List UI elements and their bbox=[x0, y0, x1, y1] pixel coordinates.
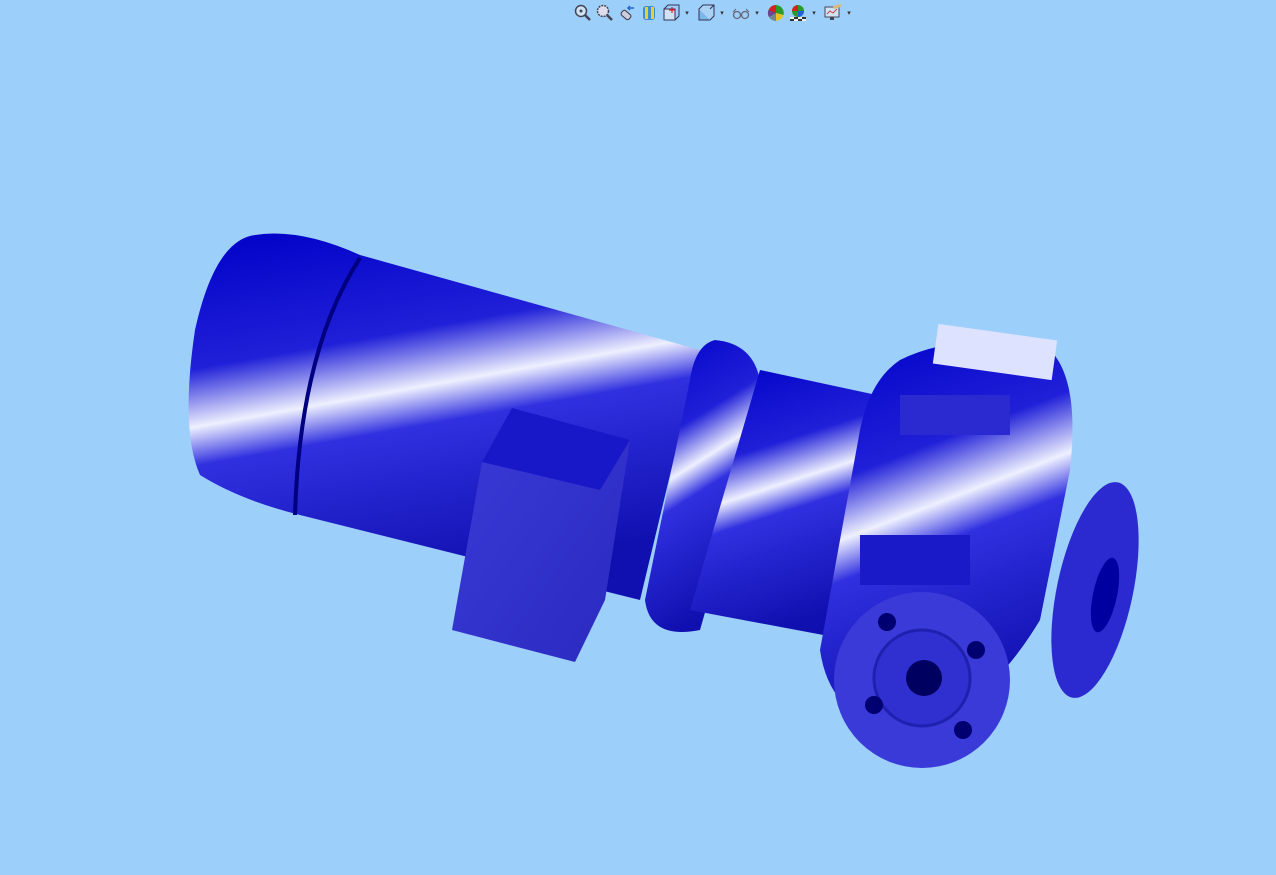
flange-bolt-hole bbox=[954, 721, 972, 739]
view-orientation-dropdown[interactable]: ▾ bbox=[683, 3, 691, 23]
apply-scene-dropdown[interactable]: ▾ bbox=[810, 3, 818, 23]
display-style-dropdown[interactable]: ▾ bbox=[718, 3, 726, 23]
section-view-icon bbox=[643, 6, 655, 20]
pump-assembly-model[interactable] bbox=[188, 233, 1155, 768]
hide-show-items-dropdown[interactable]: ▾ bbox=[753, 3, 761, 23]
display-style-icon bbox=[698, 4, 715, 21]
edit-appearance-button[interactable] bbox=[766, 3, 786, 23]
hide-show-items-button[interactable] bbox=[731, 3, 751, 23]
edit-appearance-icon bbox=[767, 4, 784, 22]
view-settings-button[interactable] bbox=[823, 3, 843, 23]
heads-up-view-toolbar: ▾ ▾ ▾ ▾ ▾ bbox=[573, 2, 856, 24]
view-orientation-icon bbox=[663, 4, 680, 21]
previous-view-button[interactable] bbox=[617, 3, 637, 23]
casing-bolt-lug bbox=[900, 395, 1010, 435]
zoom-to-area-icon bbox=[596, 4, 613, 21]
previous-view-icon bbox=[620, 5, 634, 21]
apply-scene-button[interactable] bbox=[788, 3, 808, 23]
motor-housing bbox=[188, 233, 701, 600]
zoom-to-fit-button[interactable] bbox=[573, 3, 593, 23]
flange-bolt-hole bbox=[878, 613, 896, 631]
casing-bolt-lug bbox=[860, 535, 970, 585]
hide-show-items-icon bbox=[732, 8, 750, 20]
view-orientation-button[interactable] bbox=[661, 3, 681, 23]
zoom-to-area-button[interactable] bbox=[595, 3, 615, 23]
apply-scene-icon bbox=[790, 5, 806, 21]
graphics-area-3d-model[interactable] bbox=[0, 26, 1276, 875]
flange-bolt-hole bbox=[865, 696, 883, 714]
flange-bolt-hole bbox=[967, 641, 985, 659]
view-settings-dropdown[interactable]: ▾ bbox=[845, 3, 853, 23]
zoom-to-fit-icon bbox=[574, 4, 591, 21]
suction-port bbox=[906, 660, 942, 696]
section-view-button[interactable] bbox=[639, 3, 659, 23]
view-settings-icon bbox=[824, 4, 842, 20]
display-style-button[interactable] bbox=[696, 3, 716, 23]
